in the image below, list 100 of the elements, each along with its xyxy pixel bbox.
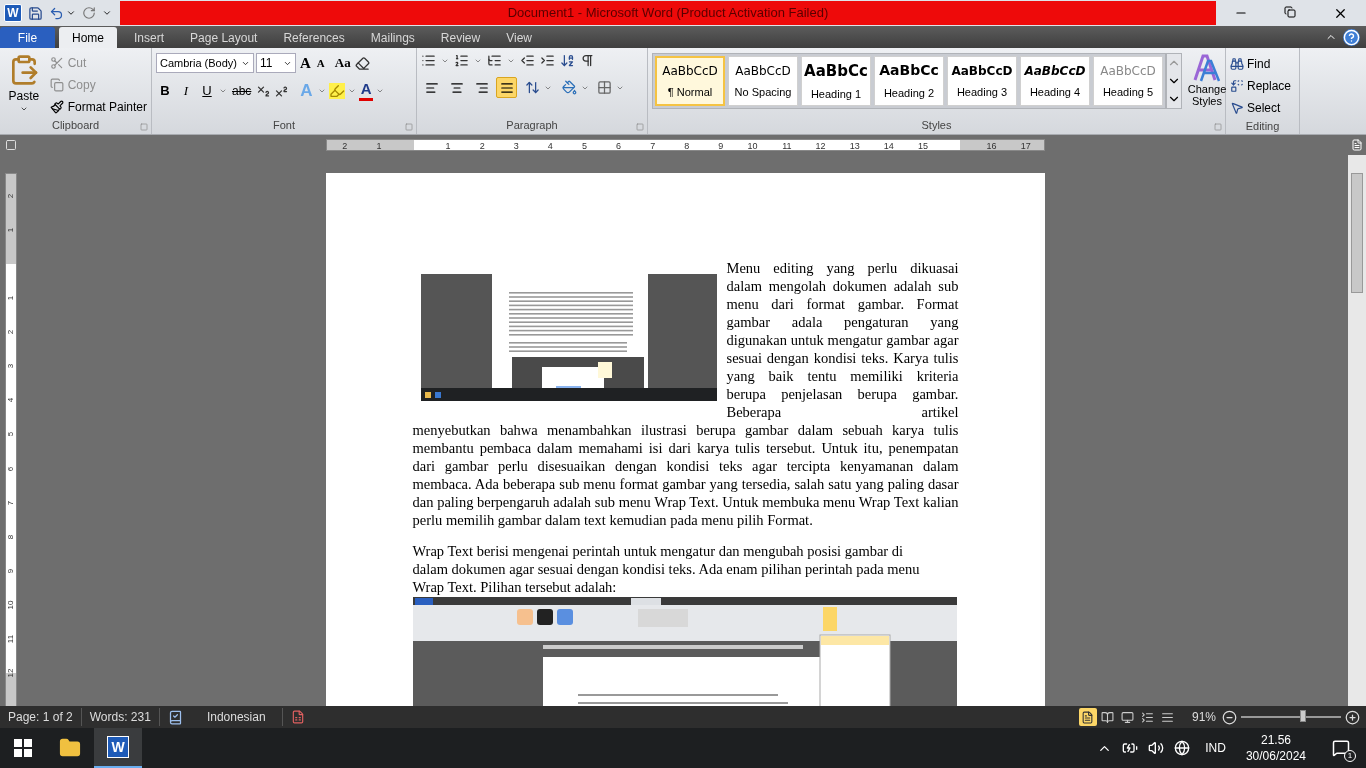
bullets-icon[interactable] bbox=[421, 53, 436, 68]
ruler-number: 1 bbox=[445, 140, 451, 150]
caret-icon[interactable] bbox=[19, 105, 28, 113]
ruler-number: 1 bbox=[7, 227, 15, 233]
ruler-number: 6 bbox=[7, 466, 15, 471]
ribbon-tab[interactable]: View bbox=[493, 27, 545, 48]
ruler-number: 5 bbox=[7, 432, 15, 437]
style-gallery-item[interactable]: AaBbCc Heading 2 bbox=[874, 56, 944, 106]
network-icon[interactable] bbox=[1174, 740, 1191, 756]
zoom-out-icon[interactable] bbox=[1222, 709, 1237, 725]
caret-icon[interactable] bbox=[376, 87, 385, 95]
windows-start-icon[interactable] bbox=[14, 739, 32, 757]
style-gallery-item[interactable]: AaBbCcD Heading 5 bbox=[1093, 56, 1163, 106]
grow-font-button[interactable]: A bbox=[298, 53, 313, 73]
page-count[interactable]: Page: 1 of 2 bbox=[0, 708, 82, 726]
ruler-number: 11 bbox=[7, 634, 15, 644]
group-label: Font bbox=[273, 118, 295, 134]
editing-button[interactable]: Select bbox=[1230, 97, 1295, 118]
file-tab[interactable]: File bbox=[0, 27, 55, 48]
decrease-indent-icon[interactable] bbox=[520, 53, 535, 68]
notifications-icon[interactable] bbox=[1332, 739, 1350, 757]
help-icon[interactable] bbox=[1343, 29, 1360, 46]
word-count[interactable]: Words: 231 bbox=[81, 708, 160, 726]
restore-icon[interactable] bbox=[1284, 5, 1297, 18]
align-button[interactable] bbox=[496, 77, 517, 98]
shrink-font-button[interactable]: A bbox=[314, 53, 327, 73]
paste-button[interactable]: Paste bbox=[4, 53, 44, 117]
ribbon-tab[interactable]: Insert bbox=[121, 27, 178, 48]
editing-button[interactable]: Find bbox=[1230, 53, 1295, 74]
save-icon[interactable] bbox=[28, 5, 43, 21]
group-label: Editing bbox=[1245, 119, 1280, 134]
style-gallery-item[interactable]: AaBbCc Heading 1 bbox=[801, 56, 871, 106]
font-family-field[interactable]: Cambria (Body) bbox=[156, 53, 254, 73]
font-color-button[interactable]: A bbox=[358, 81, 374, 101]
align-icon bbox=[499, 80, 514, 95]
ruler-number: 2 bbox=[479, 140, 485, 150]
style-gallery-item[interactable]: AaBbCcD ¶ Normal bbox=[655, 56, 725, 106]
multilevel-list-icon[interactable] bbox=[487, 53, 502, 68]
style-gallery-item[interactable]: AaBbCcD No Spacing bbox=[728, 56, 798, 106]
zoom-slider-thumb[interactable] bbox=[1300, 710, 1306, 722]
clipboard-button[interactable]: Format Painter bbox=[49, 97, 147, 117]
numbering-icon[interactable] bbox=[454, 53, 469, 68]
view-icon bbox=[1141, 710, 1155, 724]
caret-icon[interactable] bbox=[317, 87, 326, 95]
input-language[interactable]: IND bbox=[1205, 739, 1226, 757]
zoom-in-icon[interactable] bbox=[1345, 709, 1360, 725]
proofing-icon[interactable] bbox=[167, 709, 183, 725]
taskbar-app[interactable]: W bbox=[94, 728, 142, 768]
superscript-icon[interactable] bbox=[274, 83, 290, 99]
ruler-number: 15 bbox=[917, 140, 928, 150]
subscript-icon[interactable] bbox=[256, 83, 272, 99]
ribbon-tab[interactable]: References bbox=[270, 27, 358, 48]
sort-icon[interactable] bbox=[560, 53, 575, 68]
increase-indent-icon[interactable] bbox=[540, 53, 555, 68]
taskbar-clock[interactable]: 21.56 30/06/2024 bbox=[1245, 732, 1306, 764]
caret-icon[interactable] bbox=[219, 87, 227, 95]
paint-bucket-icon[interactable] bbox=[562, 80, 577, 95]
language-status[interactable]: Indonesian bbox=[190, 708, 283, 726]
strikethrough-button[interactable]: abc bbox=[230, 81, 254, 101]
italic-button[interactable]: I bbox=[177, 81, 195, 101]
group-label: Paragraph bbox=[506, 118, 558, 134]
view-button[interactable] bbox=[1078, 708, 1097, 726]
ruler-number: 3 bbox=[7, 364, 15, 369]
line-spacing-icon[interactable] bbox=[525, 80, 540, 95]
zoom-level[interactable]: 91% bbox=[1191, 708, 1216, 726]
font-size-field[interactable]: 11 bbox=[256, 53, 296, 73]
volume-icon[interactable] bbox=[1148, 740, 1165, 756]
ribbon-tab[interactable]: Home bbox=[59, 27, 117, 48]
scrollbar-thumb[interactable] bbox=[1351, 173, 1363, 293]
ruler-number: 9 bbox=[718, 140, 724, 150]
ruler-number: 2 bbox=[7, 329, 15, 335]
change-case-button[interactable]: Aa bbox=[332, 53, 353, 73]
ruler-number: 1 bbox=[376, 140, 382, 150]
style-gallery-item[interactable]: AaBbCcD Heading 4 bbox=[1020, 56, 1090, 106]
change-styles-button[interactable]: Change Styles bbox=[1184, 53, 1230, 107]
pilcrow-icon[interactable] bbox=[580, 53, 595, 68]
bold-button[interactable]: B bbox=[156, 81, 174, 101]
editing-button[interactable]: Replace bbox=[1230, 75, 1295, 96]
tab-selector-icon[interactable] bbox=[5, 139, 17, 151]
caret-icon[interactable] bbox=[66, 8, 76, 18]
style-gallery-item[interactable]: AaBbCcD Heading 3 bbox=[947, 56, 1017, 106]
highlighter-icon[interactable] bbox=[328, 83, 345, 99]
ruler-number: 7 bbox=[650, 140, 656, 150]
word-logo: W bbox=[4, 4, 22, 22]
ribbon-tab[interactable]: Mailings bbox=[357, 27, 428, 48]
customize-caret-icon[interactable] bbox=[102, 8, 112, 18]
undo-icon[interactable] bbox=[49, 5, 64, 21]
caret-icon[interactable] bbox=[347, 87, 356, 95]
battery-icon[interactable] bbox=[1122, 740, 1139, 756]
borders-icon[interactable] bbox=[597, 80, 612, 95]
underline-button[interactable]: U bbox=[198, 81, 216, 101]
body-paragraph: Wrap Text berisi mengenai perintah untuk mengatur dan mengubah posisi gambar di dalam dokumen agar sesuai dengan kondisi teks. Ada enam pilihan perintah pada menu Wrap Text. Pilihan tersebut adalah: bbox=[411, 542, 921, 596]
macro-icon[interactable] bbox=[290, 710, 305, 724]
align-icon bbox=[424, 80, 439, 95]
ruler-number: 8 bbox=[684, 140, 690, 150]
clear-formatting-icon[interactable] bbox=[354, 55, 370, 71]
ribbon-tab[interactable]: Page Layout bbox=[177, 27, 271, 48]
redo-icon[interactable] bbox=[82, 6, 96, 20]
ribbon-tab[interactable]: Review bbox=[427, 27, 494, 48]
view-ruler-icon[interactable] bbox=[1351, 139, 1363, 151]
